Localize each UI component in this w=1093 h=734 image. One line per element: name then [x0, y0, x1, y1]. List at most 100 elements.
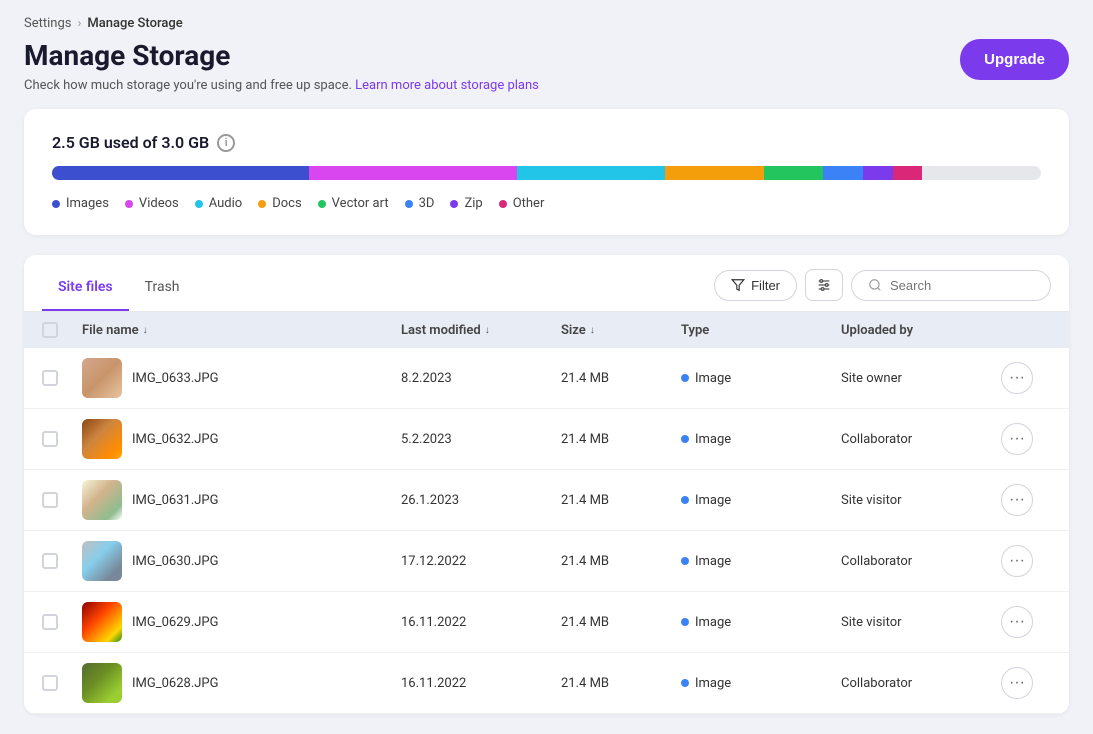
file-thumbnail-5 [82, 602, 122, 642]
modified-5: 16.11.2022 [401, 615, 561, 630]
more-actions-4: ··· [1001, 545, 1051, 577]
uploaded-by-3: Site visitor [841, 493, 1001, 508]
row-select-checkbox-4[interactable] [42, 553, 58, 569]
file-cell-1: IMG_0633.JPG [82, 358, 401, 398]
bar-segment-docs [665, 166, 764, 180]
row-select-checkbox-6[interactable] [42, 675, 58, 691]
filename-1: IMG_0633.JPG [132, 371, 219, 386]
more-button-4[interactable]: ··· [1001, 545, 1033, 577]
type-dot-5 [681, 618, 689, 626]
th-checkbox [42, 322, 82, 338]
file-cell-6: IMG_0628.JPG [82, 663, 401, 703]
file-thumbnail-4 [82, 541, 122, 581]
row-select-checkbox-5[interactable] [42, 614, 58, 630]
file-thumbnail-2 [82, 419, 122, 459]
type-2: Image [681, 432, 841, 447]
legend-item-images: Images [52, 196, 109, 211]
row-checkbox-6 [42, 675, 82, 691]
type-dot-3 [681, 496, 689, 504]
modified-3: 26.1.2023 [401, 493, 561, 508]
subtitle-text: Check how much storage you're using and … [24, 78, 355, 93]
uploaded-by-2: Collaborator [841, 432, 1001, 447]
legend-item-videos: Videos [125, 196, 179, 211]
more-button-5[interactable]: ··· [1001, 606, 1033, 638]
row-checkbox-4 [42, 553, 82, 569]
breadcrumb-current: Manage Storage [87, 16, 182, 31]
size-6: 21.4 MB [561, 676, 681, 691]
upgrade-button[interactable]: Upgrade [960, 39, 1069, 80]
table-row: IMG_0633.JPG 8.2.2023 21.4 MB Image Site… [24, 348, 1069, 409]
table-row: IMG_0631.JPG 26.1.2023 21.4 MB Image Sit… [24, 470, 1069, 531]
th-filename[interactable]: File name ↓ [82, 323, 401, 338]
type-dot-4 [681, 557, 689, 565]
page-header: Manage Storage Check how much storage yo… [0, 39, 1093, 109]
legend-dot [195, 200, 203, 208]
legend-dot [405, 200, 413, 208]
tab-trash[interactable]: Trash [129, 271, 196, 311]
file-thumbnail-1 [82, 358, 122, 398]
info-icon[interactable]: i [217, 134, 235, 152]
more-button-2[interactable]: ··· [1001, 423, 1033, 455]
filename-5: IMG_0629.JPG [132, 615, 219, 630]
storage-bar [52, 166, 1041, 180]
row-select-checkbox-2[interactable] [42, 431, 58, 447]
more-button-1[interactable]: ··· [1001, 362, 1033, 394]
row-select-checkbox-1[interactable] [42, 370, 58, 386]
uploaded-by-6: Collaborator [841, 676, 1001, 691]
type-1: Image [681, 371, 841, 386]
bar-segment-audio [517, 166, 665, 180]
sort-arrow-filename: ↓ [143, 325, 148, 336]
size-4: 21.4 MB [561, 554, 681, 569]
table-row: IMG_0632.JPG 5.2.2023 21.4 MB Image Coll… [24, 409, 1069, 470]
more-actions-6: ··· [1001, 667, 1051, 699]
storage-used-label: 2.5 GB used of 3.0 GB i [52, 133, 1041, 152]
search-icon [868, 278, 882, 292]
legend-item-other: Other [499, 196, 545, 211]
legend-item-audio: Audio [195, 196, 242, 211]
filename-3: IMG_0631.JPG [132, 493, 219, 508]
breadcrumb-parent[interactable]: Settings [24, 16, 71, 31]
type-dot-2 [681, 435, 689, 443]
legend-item-vector-art: Vector art [318, 196, 389, 211]
type-dot-1 [681, 374, 689, 382]
row-checkbox-3 [42, 492, 82, 508]
page-header-left: Manage Storage Check how much storage yo… [24, 39, 539, 93]
size-1: 21.4 MB [561, 371, 681, 386]
tab-site-files[interactable]: Site files [42, 271, 129, 311]
bar-segment-vector-art [764, 166, 823, 180]
legend-dot [258, 200, 266, 208]
modified-6: 16.11.2022 [401, 676, 561, 691]
legend-dot [450, 200, 458, 208]
row-checkbox-5 [42, 614, 82, 630]
table-row: IMG_0628.JPG 16.11.2022 21.4 MB Image Co… [24, 653, 1069, 714]
legend-dot [52, 200, 60, 208]
filter-button[interactable]: Filter [714, 270, 797, 301]
more-button-3[interactable]: ··· [1001, 484, 1033, 516]
tune-button[interactable] [805, 269, 843, 301]
table-header: File name ↓ Last modified ↓ Size ↓ Type … [24, 312, 1069, 348]
legend-item-zip: Zip [450, 196, 482, 211]
uploaded-by-1: Site owner [841, 371, 1001, 386]
th-size[interactable]: Size ↓ [561, 323, 681, 338]
learn-more-link[interactable]: Learn more about storage plans [355, 78, 539, 93]
table-body: IMG_0633.JPG 8.2.2023 21.4 MB Image Site… [24, 348, 1069, 714]
select-all-checkbox[interactable] [42, 322, 58, 338]
legend-item-docs: Docs [258, 196, 301, 211]
more-button-6[interactable]: ··· [1001, 667, 1033, 699]
bar-segment-other [893, 166, 923, 180]
tab-actions: Filter [714, 269, 1051, 311]
row-checkbox-1 [42, 370, 82, 386]
row-select-checkbox-3[interactable] [42, 492, 58, 508]
th-modified[interactable]: Last modified ↓ [401, 323, 561, 338]
search-input[interactable] [890, 278, 1030, 293]
type-3: Image [681, 493, 841, 508]
legend-dot [499, 200, 507, 208]
legend-dot [125, 200, 133, 208]
more-actions-2: ··· [1001, 423, 1051, 455]
table-row: IMG_0629.JPG 16.11.2022 21.4 MB Image Si… [24, 592, 1069, 653]
th-type: Type [681, 323, 841, 338]
legend-item-3d: 3D [405, 196, 435, 211]
tabs: Site files Trash [42, 271, 196, 310]
file-thumbnail-3 [82, 480, 122, 520]
search-box [851, 270, 1051, 301]
